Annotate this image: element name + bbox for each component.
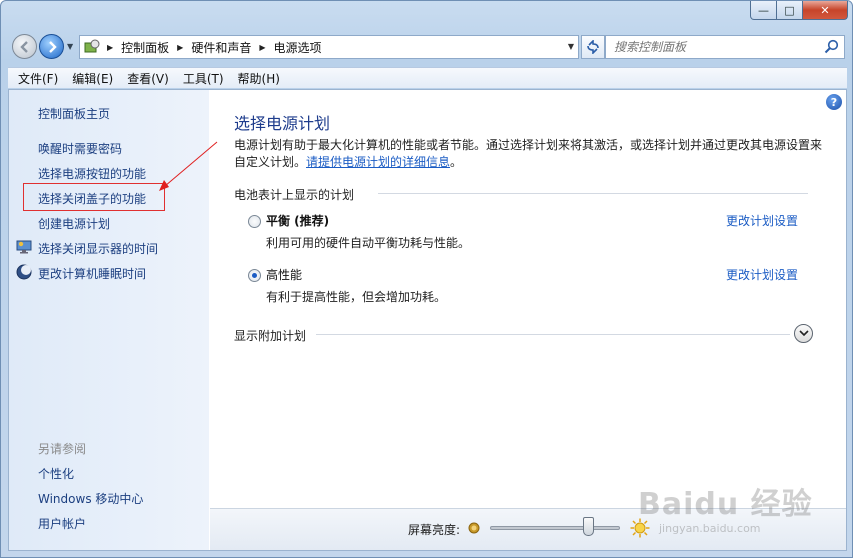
window-controls: — □ ✕ bbox=[750, 1, 848, 20]
close-button[interactable]: ✕ bbox=[803, 1, 848, 20]
breadcrumb-separator-icon[interactable]: ▶ bbox=[107, 43, 113, 52]
brightness-label: 屏幕亮度: bbox=[408, 523, 461, 537]
faint-icon bbox=[471, 7, 487, 23]
see-also-heading: 另请参阅 bbox=[38, 442, 87, 456]
breadcrumb-separator-icon[interactable]: ▶ bbox=[259, 43, 265, 52]
back-button[interactable] bbox=[12, 34, 37, 59]
sidebar-item-power-button[interactable]: 选择电源按钮的功能 bbox=[38, 165, 146, 182]
description-end: 。 bbox=[450, 155, 463, 169]
sidebar-item-display-off[interactable]: 选择关闭显示器的时间 bbox=[38, 240, 158, 257]
menu-view[interactable]: 查看(V) bbox=[127, 70, 169, 87]
dim-sun-icon bbox=[468, 522, 480, 534]
plan-name-balanced[interactable]: 平衡 (推荐) bbox=[266, 212, 329, 229]
help-icon[interactable]: ? bbox=[826, 94, 842, 110]
sidebar: 控制面板主页 唤醒时需要密码 选择电源按钮的功能 选择关闭盖子的功能 创建电源计… bbox=[9, 90, 209, 550]
monitor-icon bbox=[16, 240, 32, 254]
plan-desc-balanced: 利用可用的硬件自动平衡功耗与性能。 bbox=[266, 236, 471, 250]
search-icon[interactable] bbox=[824, 39, 839, 54]
sidebar-item-create-plan[interactable]: 创建电源计划 bbox=[38, 215, 110, 232]
page-title: 选择电源计划 bbox=[234, 114, 331, 133]
window-frame: — □ ✕ ▼ ▶ 控制面板 ▶ 硬件和声音 ▶ 电源选项 ▼ 搜索控制面板 文… bbox=[0, 0, 853, 558]
forward-arrow-icon bbox=[48, 40, 57, 53]
baidu-watermark-url: jingyan.baidu.com bbox=[659, 522, 761, 535]
breadcrumb-item[interactable]: 电源选项 bbox=[274, 39, 322, 56]
plan-desc-high-performance: 有利于提高性能，但会增加功耗。 bbox=[266, 290, 447, 304]
address-dropdown-icon[interactable]: ▼ bbox=[568, 42, 574, 51]
menu-bar: 文件(F) 编辑(E) 查看(V) 工具(T) 帮助(H) bbox=[8, 67, 847, 88]
sidebar-item-user-accounts[interactable]: 用户帐户 bbox=[38, 515, 86, 532]
sidebar-item-mobility-center[interactable]: Windows 移动中心 bbox=[38, 490, 143, 507]
divider bbox=[316, 334, 790, 335]
brightness-slider-track[interactable] bbox=[490, 526, 620, 530]
search-input[interactable] bbox=[614, 40, 824, 54]
sidebar-item-control-panel-home[interactable]: 控制面板主页 bbox=[38, 105, 110, 122]
menu-edit[interactable]: 编辑(E) bbox=[72, 70, 113, 87]
plan-details-link[interactable]: 请提供电源计划的详细信息 bbox=[306, 155, 450, 169]
title-bar: — □ ✕ bbox=[1, 1, 852, 29]
minimize-button[interactable]: — bbox=[750, 1, 777, 20]
menu-help[interactable]: 帮助(H) bbox=[238, 70, 280, 87]
sidebar-item-sleep-time[interactable]: 更改计算机睡眠时间 bbox=[38, 265, 146, 282]
sidebar-item-wakeup-password[interactable]: 唤醒时需要密码 bbox=[38, 140, 122, 157]
titlebar-faint-icons bbox=[471, 7, 487, 23]
breadcrumb-item[interactable]: 控制面板 bbox=[121, 39, 169, 56]
refresh-icon bbox=[587, 40, 599, 54]
history-dropdown-icon[interactable]: ▼ bbox=[67, 42, 73, 51]
annotation-highlight-box bbox=[23, 183, 165, 211]
expand-chevron-icon[interactable] bbox=[794, 324, 813, 343]
baidu-watermark: Baidu 经验 bbox=[638, 487, 813, 522]
search-box[interactable] bbox=[605, 35, 845, 59]
refresh-button[interactable] bbox=[581, 35, 605, 59]
menu-file[interactable]: 文件(F) bbox=[18, 70, 58, 87]
sidebar-item-personalization[interactable]: 个性化 bbox=[38, 465, 74, 482]
forward-button[interactable] bbox=[39, 34, 64, 59]
control-panel-icon bbox=[83, 39, 101, 55]
change-plan-settings-link[interactable]: 更改计划设置 bbox=[726, 266, 798, 283]
address-bar[interactable]: ▶ 控制面板 ▶ 硬件和声音 ▶ 电源选项 ▼ bbox=[79, 35, 579, 59]
battery-plans-heading: 电池表计上显示的计划 bbox=[234, 188, 355, 202]
maximize-button[interactable]: □ bbox=[777, 1, 803, 20]
plan-name-high-performance[interactable]: 高性能 bbox=[266, 266, 302, 283]
change-plan-settings-link[interactable]: 更改计划设置 bbox=[726, 212, 798, 229]
page-description: 电源计划有助于最大化计算机的性能或者节能。通过选择计划来将其激活，或选择计划并通… bbox=[234, 137, 824, 171]
navigation-row: ▼ ▶ 控制面板 ▶ 硬件和声音 ▶ 电源选项 ▼ bbox=[9, 32, 847, 62]
moon-icon bbox=[16, 264, 32, 280]
breadcrumb-separator-icon[interactable]: ▶ bbox=[177, 43, 183, 52]
menu-tools[interactable]: 工具(T) bbox=[183, 70, 224, 87]
plan-radio-high-performance[interactable] bbox=[248, 269, 261, 282]
show-additional-plans-heading[interactable]: 显示附加计划 bbox=[234, 327, 306, 344]
breadcrumb-item[interactable]: 硬件和声音 bbox=[191, 39, 251, 56]
back-arrow-icon bbox=[19, 40, 28, 53]
breadcrumb: ▶ 控制面板 ▶ 硬件和声音 ▶ 电源选项 bbox=[105, 39, 322, 56]
brightness-slider-thumb[interactable] bbox=[582, 517, 594, 536]
plan-radio-balanced[interactable] bbox=[248, 215, 261, 228]
divider bbox=[378, 193, 808, 194]
